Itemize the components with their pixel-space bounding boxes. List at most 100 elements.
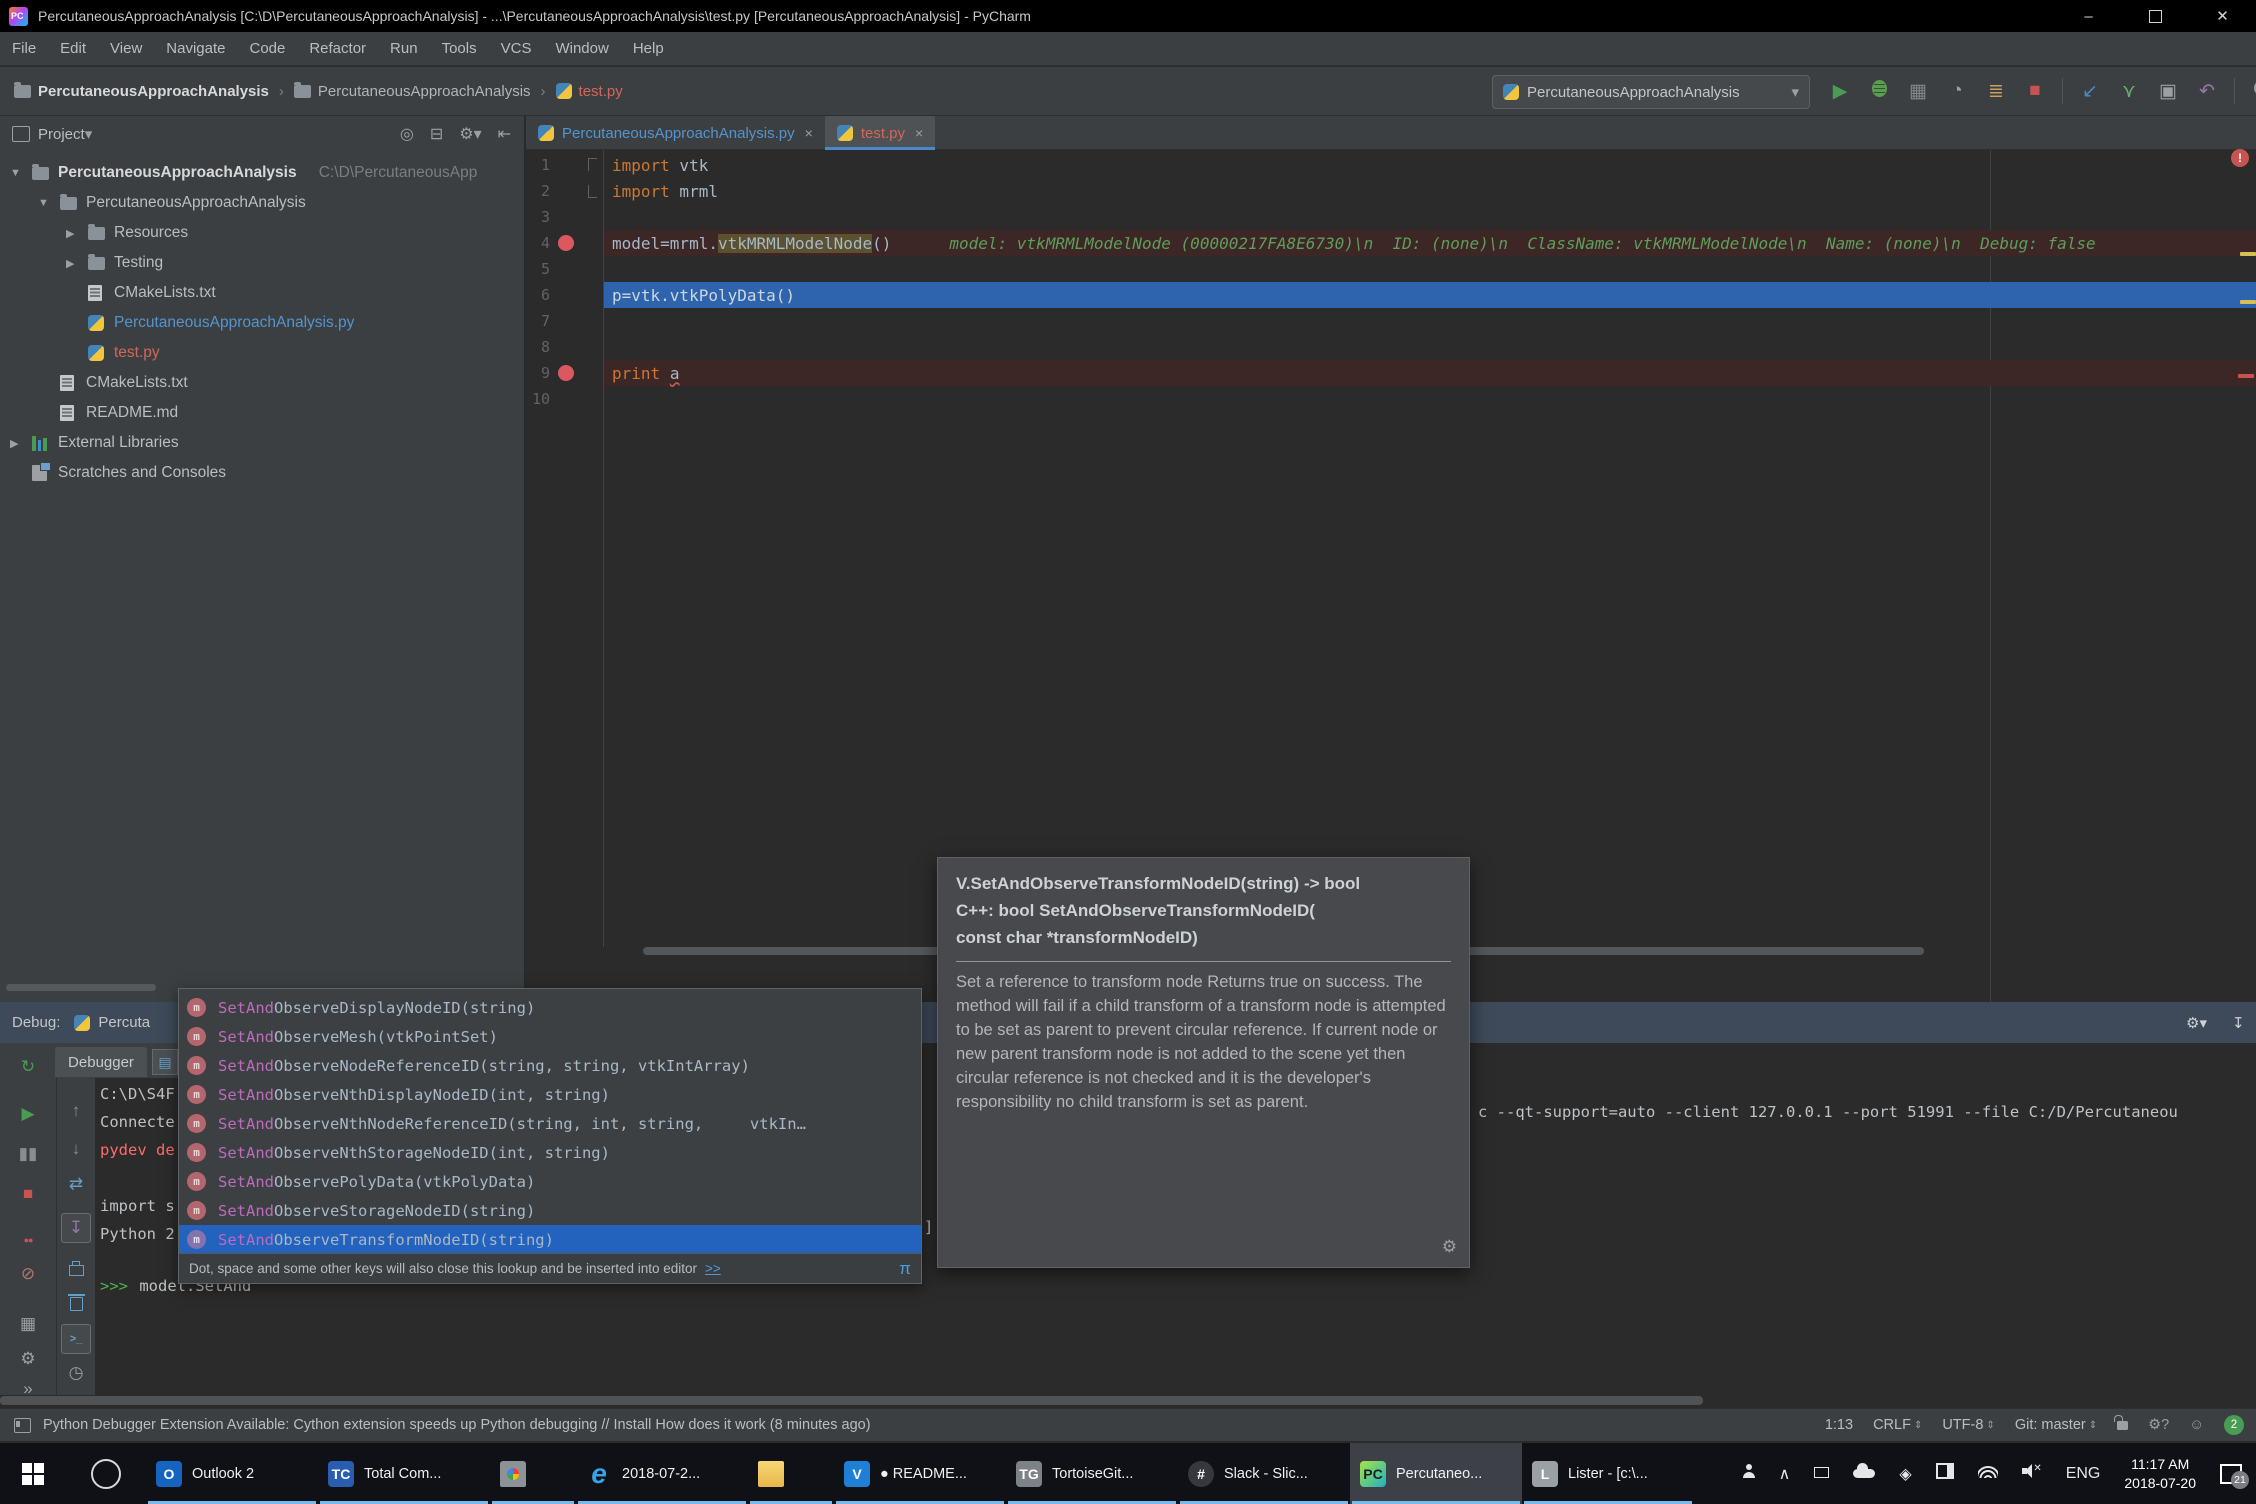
run-configuration-select[interactable]: PercutaneousApproachAnalysis ▾ [1492,75,1810,109]
clear-all-button[interactable] [61,1289,91,1319]
run-with-coverage-button[interactable]: ▦ [1906,80,1930,103]
restore-layout-button[interactable]: ▦ [14,1310,42,1338]
maximize-button[interactable] [2122,0,2189,32]
taskbar-item-outlook[interactable]: O Outlook 2 [146,1443,318,1504]
more-link[interactable]: >> [705,1261,721,1276]
taskbar-item-pycharm[interactable]: PC Percutaneo... [1350,1443,1522,1504]
autocomplete-item[interactable]: m SetAnd ObserveStorageNodeID(string) [179,1196,921,1225]
dropbox-icon[interactable]: ◈ [1899,1464,1911,1484]
taskbar-item-vscode[interactable]: V ● README... [834,1443,1006,1504]
tab-debugger[interactable]: Debugger [55,1047,147,1077]
update-project-button[interactable]: ↙ [2078,80,2102,103]
hector-widget[interactable]: ☺ [2189,1417,2204,1433]
notifications-widget[interactable]: 2 [2224,1415,2244,1435]
settings-icon[interactable]: ⚙▾ [459,124,481,144]
mute-breakpoints-button[interactable]: ⊘ [14,1260,42,1288]
autocomplete-item[interactable]: m SetAnd ObserveNthStorageNodeID(int, stri… [179,1138,921,1167]
menu-item-refactor[interactable]: Refactor [297,32,378,65]
recent-changes-button[interactable]: ▣ [2156,80,2180,103]
breakpoint-icon[interactable] [558,365,574,381]
code-line-8[interactable] [604,334,2256,360]
step-up-button[interactable]: ↑ [61,1096,91,1126]
people-icon[interactable] [1742,1464,1755,1483]
git-branch-widget[interactable]: Git: master ⇕ [2015,1417,2097,1433]
code-line-1[interactable]: import vtk [604,152,2256,178]
taskbar-item-explorer[interactable] [748,1443,834,1504]
breadcrumb-item[interactable]: PercutaneousApproachAnalysis [14,81,269,100]
code-line-10[interactable] [604,386,2256,412]
code-line-7[interactable] [604,308,2256,334]
start-button[interactable] [0,1443,66,1504]
action-center-icon[interactable]: 21 [2220,1463,2249,1489]
close-icon[interactable]: × [915,125,923,141]
autocomplete-item[interactable]: m SetAnd ObserveMesh(vtkPointSet) [179,1022,921,1051]
tree-item-percutaneousapproachanalysis[interactable]: ▼ PercutaneousApproachAnalysis [0,188,525,218]
view-breakpoints-button[interactable]: ●● [14,1226,42,1254]
hide-icon[interactable]: ⇤ [498,124,511,144]
search-everywhere-button[interactable] [2250,80,2256,102]
breadcrumb-item[interactable]: PercutaneousApproachAnalysis [293,81,531,100]
error-stripe-mark[interactable] [2238,374,2254,378]
pause-button[interactable]: ▮▮ [14,1140,42,1168]
volume-muted-icon[interactable] [2021,1463,2042,1483]
fold-marker-icon[interactable] [588,185,597,198]
cursor-position-widget[interactable]: 1:13 [1825,1417,1853,1433]
stop-button[interactable]: ■ [14,1180,42,1208]
tree-item-scratches-and-consoles[interactable]: Scratches and Consoles [0,458,525,488]
tree-item-cmakelists-txt[interactable]: CMakeLists.txt [0,278,525,308]
menu-item-view[interactable]: View [98,32,154,65]
tab-console-icon[interactable]: ▤ [152,1049,178,1075]
debug-button[interactable] [1867,79,1891,103]
encoding-widget[interactable]: UTF-8 ⇕ [1942,1417,1994,1433]
tree-item-external-libraries[interactable]: ▶ External Libraries [0,428,525,458]
autocomplete-item[interactable]: m SetAnd ObserveNodeReferenceID(string, st… [179,1051,921,1080]
menu-item-run[interactable]: Run [378,32,430,65]
autocomplete-item[interactable]: m SetAnd ObserveTransformNodeID(string) [179,1225,921,1254]
hidden-icons-icon[interactable]: ∧ [1779,1464,1791,1484]
tree-item-cmakelists-txt[interactable]: CMakeLists.txt [0,368,525,398]
menu-item-window[interactable]: Window [543,32,620,65]
code-line-3[interactable] [604,204,2256,230]
taskbar-item-total-commander[interactable]: TC Total Com... [318,1443,490,1504]
lock-widget[interactable] [2114,1414,2129,1430]
code-line-4[interactable]: model=mrml. vtkMRMLModelNode() model: vtkM… [604,230,2256,256]
line-ending-widget[interactable]: CRLF ⇕ [1873,1417,1922,1433]
print-button[interactable] [61,1253,91,1283]
snip-icon[interactable] [1935,1463,1954,1484]
run-button[interactable]: ▶ [1828,80,1852,103]
taskbar-item-lister[interactable]: L Lister - [c:\... [1522,1443,1694,1504]
taskbar-item-chrome-folder[interactable] [490,1443,576,1504]
code-line-9[interactable]: print a [604,360,2256,386]
error-stripe-mark[interactable] [2240,300,2256,304]
tree-item-resources[interactable]: ▶ Resources [0,218,525,248]
fold-marker-icon[interactable] [588,158,597,171]
menu-item-tools[interactable]: Tools [430,32,489,65]
scroll-to-end-button[interactable]: ↧ [61,1213,91,1243]
autocomplete-item[interactable]: m SetAnd ObservePolyData(vtkPolyData) [179,1167,921,1196]
menu-item-code[interactable]: Code [237,32,297,65]
rerun-button[interactable]: ↻ [14,1053,42,1081]
breadcrumb-item[interactable]: test.py [555,83,623,100]
menu-item-vcs[interactable]: VCS [489,32,544,65]
code-line-5[interactable] [604,256,2256,282]
device-icon[interactable] [1814,1465,1830,1483]
console-hscrollbar-thumb[interactable] [0,1396,1703,1405]
taskbar-item-edge[interactable]: e 2018-07-2... [576,1443,748,1504]
tree-item-testing[interactable]: ▶ Testing [0,248,525,278]
settings-button[interactable]: ⚙ [14,1345,42,1373]
status-message[interactable]: Python Debugger Extension Available: Cyt… [43,1417,871,1433]
taskbar-clock[interactable]: 11:17 AM 2018-07-20 [2124,1455,2196,1493]
minimize-button[interactable]: – [2055,0,2122,32]
tree-item-readme-md[interactable]: README.md [0,398,525,428]
autocomplete-item[interactable]: m SetAnd ObserveNthNodeReferenceID(string,… [179,1109,921,1138]
collapse-all-icon[interactable]: ⊟ [430,124,443,144]
gear-icon[interactable]: ⚙▾ [2186,1014,2207,1032]
step-down-button[interactable]: ↓ [61,1134,91,1164]
cortana-button[interactable] [66,1443,146,1504]
tree-item-percutaneousapproachanalysis[interactable]: ▼ PercutaneousApproachAnalysis C:\D\Percut… [0,158,525,188]
autocomplete-item[interactable]: m SetAnd ObserveDisplayNodeID(string) [179,993,921,1022]
close-button[interactable]: ✕ [2189,0,2256,32]
tree-item-test-py[interactable]: test.py [0,338,525,368]
breakpoint-icon[interactable] [558,235,574,251]
concurrency-diagram-button[interactable]: ≣ [1984,80,2008,103]
